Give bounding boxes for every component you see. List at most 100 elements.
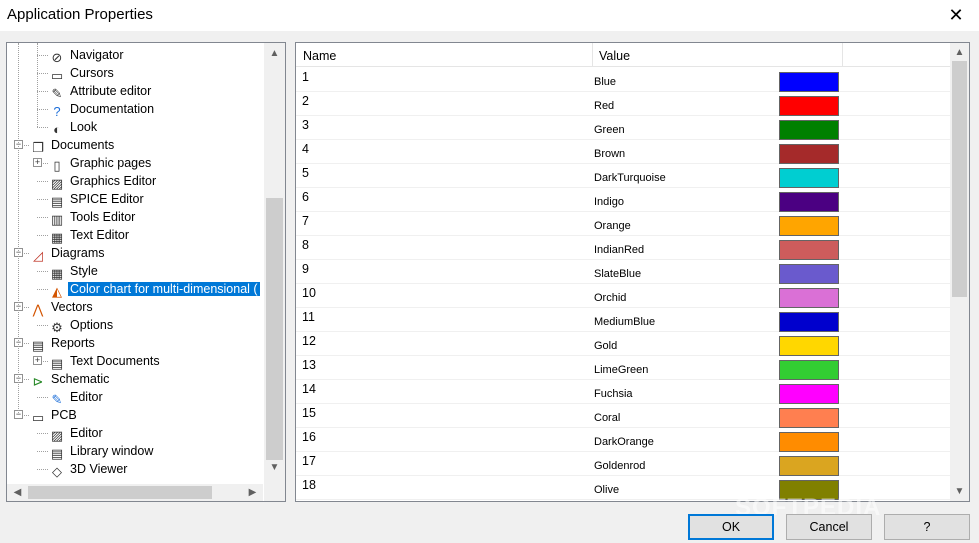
color-swatch[interactable] [779,264,839,284]
color-name[interactable]: SlateBlue [594,268,641,280]
table-row[interactable]: 8 IndianRed [296,236,951,260]
property-grid[interactable]: Name Value 1 Blue 2 Red 3 Green 4 Brown 5 DarkTur… [295,42,970,502]
color-name[interactable]: MediumBlue [594,316,655,328]
color-swatch[interactable] [779,456,839,476]
grid-vertical-scrollbar[interactable]: ▲ ▼ [950,43,969,501]
color-swatch[interactable] [779,96,839,116]
table-row[interactable]: 10 Orchid [296,284,951,308]
color-swatch[interactable] [779,240,839,260]
tree-item[interactable]: ✎ Attribute editor [49,82,153,101]
table-row[interactable]: 1 Blue [296,68,951,92]
table-row[interactable]: 5 DarkTurquoise [296,164,951,188]
table-row[interactable]: 18 Olive [296,476,951,500]
table-row[interactable]: 6 Indigo [296,188,951,212]
color-swatch[interactable] [779,192,839,212]
tree-item[interactable]: ▦ Text Editor [49,226,131,245]
tree-item[interactable]: ◇ 3D Viewer [49,460,129,479]
tree-vertical-scroll-thumb[interactable] [266,198,283,460]
table-row[interactable]: 14 Fuchsia [296,380,951,404]
color-swatch[interactable] [779,216,839,236]
cancel-button[interactable]: Cancel [786,514,872,540]
color-name[interactable]: Goldenrod [594,460,645,472]
tree-item[interactable]: ⚙ Options [49,316,115,335]
tree-item[interactable]: ▤ Text Documents [49,352,162,371]
grid-vertical-scroll-thumb[interactable] [952,61,967,297]
tree-item[interactable]: ▨ Graphics Editor [49,172,158,191]
tree-item[interactable]: ▭ Cursors [49,64,116,83]
color-name[interactable]: Brown [594,148,625,160]
scroll-down-icon[interactable]: ▼ [951,483,968,500]
table-row[interactable]: 4 Brown [296,140,951,164]
color-swatch[interactable] [779,336,839,356]
color-name[interactable]: LimeGreen [594,364,648,376]
tree-horizontal-scrollbar[interactable]: ◀ ▶ [7,484,263,501]
close-button[interactable]: ✕ [933,0,979,31]
table-row[interactable]: 3 Green [296,116,951,140]
tree-item[interactable]: ▭ PCB [30,406,79,425]
tree-item[interactable]: ◭ Color chart for multi-dimensional ( [49,280,260,299]
tree-item[interactable]: ❐ Documents [30,136,116,155]
tree-item[interactable]: ▤ Library window [49,442,155,461]
color-swatch[interactable] [779,312,839,332]
tree-vertical-scrollbar[interactable]: ▲ ▼ [264,43,285,485]
color-name[interactable]: Gold [594,340,617,352]
tree-item[interactable]: ⋀ Vectors [30,298,95,317]
settings-tree[interactable]: ⊘ Navigator ▭ Cursors ✎ Attribute editor? Docu… [6,42,286,502]
column-header-name[interactable]: Name [296,43,592,67]
color-name[interactable]: DarkTurquoise [594,172,666,184]
table-row[interactable]: 12 Gold [296,332,951,356]
table-row[interactable]: 2 Red [296,92,951,116]
help-button[interactable]: ? [884,514,970,540]
table-row[interactable]: 7 Orange [296,212,951,236]
color-name[interactable]: Coral [594,412,620,424]
color-swatch[interactable] [779,288,839,308]
color-name[interactable]: Olive [594,484,619,496]
color-name[interactable]: Red [594,100,614,112]
table-row[interactable]: 13 LimeGreen [296,356,951,380]
color-name[interactable]: DarkOrange [594,436,654,448]
color-swatch[interactable] [779,120,839,140]
ok-button[interactable]: OK [688,514,774,540]
table-row[interactable]: 11 MediumBlue [296,308,951,332]
column-separator[interactable] [842,43,843,67]
tree-item[interactable]: ? Documentation [49,100,156,119]
tree-item[interactable]: ⊘ Navigator [49,46,126,65]
scroll-up-icon[interactable]: ▲ [951,44,968,61]
tree-item[interactable]: ▦ Style [49,262,100,281]
tree-item[interactable]: ▯ Graphic pages [49,154,153,173]
tree-item[interactable]: ◐ Look [49,118,99,137]
color-name[interactable]: Orchid [594,292,626,304]
table-row[interactable]: 16 DarkOrange [296,428,951,452]
color-swatch[interactable] [779,384,839,404]
color-name[interactable]: IndianRed [594,244,644,256]
column-header-value[interactable]: Value [592,43,842,67]
tree-horizontal-scroll-thumb[interactable] [28,486,212,499]
table-row[interactable]: 15 Coral [296,404,951,428]
color-swatch[interactable] [779,432,839,452]
tree-item[interactable]: ▤ Reports [30,334,97,353]
scroll-down-icon[interactable]: ▼ [266,459,283,476]
color-name[interactable]: Orange [594,220,631,232]
expand-icon[interactable]: + [33,158,42,167]
tree-item[interactable]: ▤ SPICE Editor [49,190,146,209]
tree-item[interactable]: ▥ Tools Editor [49,208,137,227]
color-swatch[interactable] [779,168,839,188]
scroll-up-icon[interactable]: ▲ [266,45,283,62]
color-swatch[interactable] [779,72,839,92]
color-name[interactable]: Green [594,124,625,136]
tree-item[interactable]: ✎ Editor [49,388,105,407]
color-swatch[interactable] [779,144,839,164]
scroll-left-icon[interactable]: ◀ [9,484,26,501]
table-row[interactable]: 9 SlateBlue [296,260,951,284]
tree-item[interactable]: ▨ Editor [49,424,105,443]
tree-item[interactable]: ◿ Diagrams [30,244,107,263]
tree-item[interactable]: ⊳ Schematic [30,370,111,389]
color-swatch[interactable] [779,480,839,500]
color-name[interactable]: Indigo [594,196,624,208]
color-swatch[interactable] [779,408,839,428]
expand-icon[interactable]: + [33,356,42,365]
table-row[interactable]: 17 Goldenrod [296,452,951,476]
color-name[interactable]: Blue [594,76,616,88]
color-swatch[interactable] [779,360,839,380]
scroll-right-icon[interactable]: ▶ [244,484,261,501]
